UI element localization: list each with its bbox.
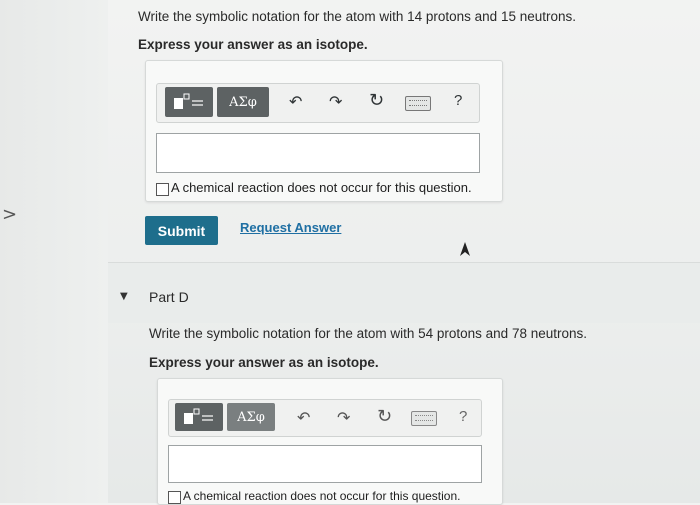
part-d-no-reaction-checkbox[interactable] (168, 491, 181, 504)
reset-icon[interactable]: ↻ (377, 406, 392, 427)
keyboard-icon[interactable] (405, 96, 431, 111)
part-d-answer-input[interactable] (168, 445, 482, 483)
editor-toolbar: ΑΣφ ↶ ↷ ↻ ? (156, 83, 480, 123)
help-icon[interactable]: ? (454, 92, 462, 109)
redo-icon[interactable]: ↷ (329, 92, 342, 111)
collapse-arrow-icon[interactable]: ▼ (120, 291, 128, 302)
question-instruction: Express your answer as an isotope. (138, 37, 368, 52)
submit-button[interactable]: Submit (145, 216, 218, 245)
reset-icon[interactable]: ↻ (369, 90, 384, 111)
undo-icon[interactable]: ↶ (289, 92, 302, 111)
undo-icon[interactable]: ↶ (297, 408, 310, 427)
redo-icon[interactable]: ↷ (337, 408, 350, 427)
answer-editor: ΑΣφ ↶ ↷ ↻ ? A chemical reaction does not… (145, 60, 503, 202)
template-button[interactable] (165, 87, 213, 117)
part-d-no-reaction-label: A chemical reaction does not occur for t… (183, 489, 461, 503)
no-reaction-label: A chemical reaction does not occur for t… (171, 180, 472, 195)
keyboard-icon[interactable] (411, 411, 437, 426)
help-icon[interactable]: ? (459, 408, 467, 425)
template-icon (184, 408, 213, 424)
part-d-prompt: Write the symbolic notation for the atom… (149, 326, 587, 341)
answer-input[interactable] (156, 133, 480, 173)
question-prompt: Write the symbolic notation for the atom… (138, 9, 576, 24)
no-reaction-checkbox[interactable] (156, 183, 169, 196)
part-d-greek-symbols-button[interactable]: ΑΣφ (227, 403, 275, 431)
left-margin (0, 0, 108, 503)
mouse-cursor-icon (460, 242, 470, 256)
part-d-template-button[interactable] (175, 403, 223, 431)
nav-chevron-icon[interactable]: > (2, 204, 17, 225)
greek-symbols-button[interactable]: ΑΣφ (217, 87, 269, 117)
template-icon (174, 93, 203, 109)
part-d-editor-toolbar: ΑΣφ ↶ ↷ ↻ ? (168, 399, 482, 437)
part-d-instruction: Express your answer as an isotope. (149, 355, 379, 370)
part-d-title: Part D (149, 289, 189, 305)
part-d-answer-editor: ΑΣφ ↶ ↷ ↻ ? A chemical reaction does not… (157, 378, 503, 505)
request-answer-link[interactable]: Request Answer (240, 220, 341, 235)
part-d-header[interactable] (108, 263, 700, 323)
